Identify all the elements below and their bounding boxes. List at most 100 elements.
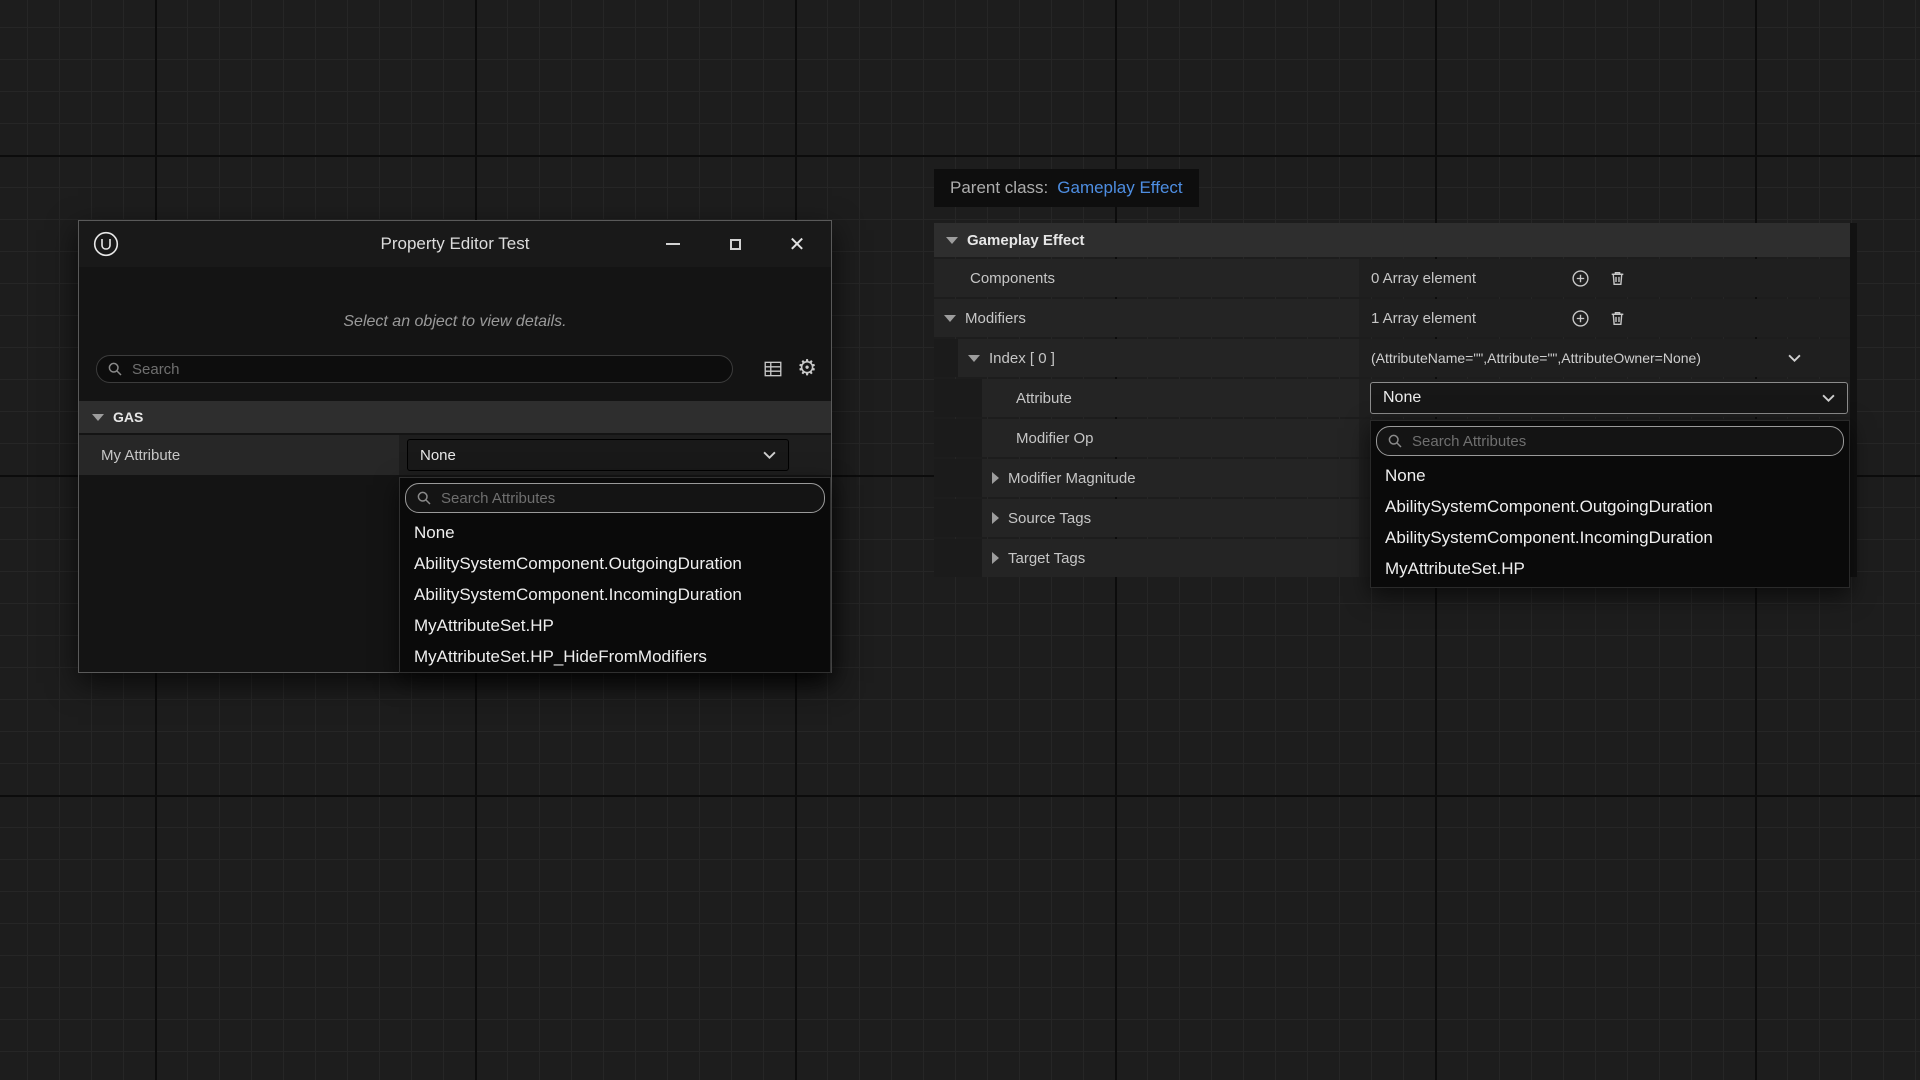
dropdown-item[interactable]: MyAttributeSet.HP_HideFromModifiers [400, 641, 830, 672]
indent-guide [934, 379, 982, 417]
row-label: Source Tags [1008, 510, 1091, 527]
expander-right-icon[interactable] [992, 472, 999, 484]
row-modifier-magnitude-name[interactable]: Modifier Magnitude [934, 459, 1359, 497]
row-components: Components 0 Array element [934, 259, 1857, 297]
dropdown-item[interactable]: AbilitySystemComponent.OutgoingDuration [400, 548, 830, 579]
search-icon [1387, 433, 1403, 449]
row-my-attribute: My Attribute None [79, 435, 831, 475]
close-button[interactable]: ✕ [789, 236, 805, 252]
dropdown-item[interactable]: None [400, 517, 830, 548]
indent-guide [934, 539, 982, 577]
empty-selection-hint: Select an object to view details. [79, 313, 831, 331]
gear-icon: ⚙ [797, 358, 817, 380]
search-icon [107, 361, 123, 377]
expander-down-icon[interactable] [946, 237, 958, 244]
search-icon [416, 490, 432, 506]
indent-guide [934, 419, 982, 457]
category-label: Gameplay Effect [967, 232, 1085, 249]
expander-down-icon[interactable] [944, 315, 956, 322]
details-search-row: ⚙ [96, 355, 817, 383]
clear-array-button[interactable] [1608, 309, 1627, 328]
dropdown-search-box[interactable] [405, 483, 825, 513]
search-box[interactable] [96, 355, 733, 383]
struct-summary-text: (AttributeName="",Attribute="",Attribute… [1359, 350, 1701, 366]
parent-class-box: Parent class: Gameplay Effect [934, 169, 1199, 207]
dropdown-search-input[interactable] [1410, 432, 1833, 451]
clear-array-button[interactable] [1608, 269, 1627, 288]
view-options-button[interactable] [763, 359, 783, 379]
row-my-attribute-value: None [399, 435, 831, 475]
row-attribute-name[interactable]: Attribute [934, 379, 1359, 417]
dropdown-search-box[interactable] [1376, 426, 1844, 456]
row-label: Components [970, 270, 1055, 287]
row-modifiers-name[interactable]: Modifiers [934, 299, 1359, 337]
chevron-down-icon [1788, 354, 1801, 362]
property-editor-window: Property Editor Test ✕ Select an object … [78, 220, 832, 673]
row-source-tags-name[interactable]: Source Tags [934, 499, 1359, 537]
indent-guide [934, 499, 982, 537]
expander-down-icon[interactable] [968, 355, 980, 362]
row-attribute-value: None [1359, 379, 1857, 417]
trash-icon [1608, 269, 1627, 288]
row-index-0: Index [ 0 ] (AttributeName="",Attribute=… [934, 339, 1857, 377]
add-element-button[interactable] [1571, 309, 1590, 328]
row-label: Target Tags [1008, 550, 1085, 567]
row-label: Modifier Op [1016, 430, 1094, 447]
combobox-value: None [1371, 389, 1822, 407]
row-index-0-name[interactable]: Index [ 0 ] [934, 339, 1359, 377]
expander-right-icon[interactable] [992, 552, 999, 564]
my-attribute-dropdown: None AbilitySystemComponent.OutgoingDura… [399, 477, 831, 673]
maximize-button[interactable] [727, 236, 743, 252]
close-icon: ✕ [789, 234, 806, 254]
dropdown-item[interactable]: None [1371, 460, 1849, 491]
attribute-combobox[interactable]: None [1370, 382, 1848, 414]
row-target-tags-name[interactable]: Target Tags [934, 539, 1359, 577]
my-attribute-combobox[interactable]: None [407, 439, 789, 471]
graph-canvas[interactable]: Parent class: Gameplay Effect Gameplay E… [0, 0, 1920, 1080]
category-row-gas[interactable]: GAS [79, 401, 831, 433]
row-label: Index [ 0 ] [989, 350, 1055, 367]
indent-guide [934, 459, 982, 497]
dropdown-item[interactable]: AbilitySystemComponent.IncomingDuration [1371, 522, 1849, 553]
parent-class-label: Parent class: [950, 178, 1048, 198]
minimize-icon [666, 243, 680, 245]
dropdown-item[interactable]: MyAttributeSet.HP [400, 610, 830, 641]
dropdown-item[interactable]: MyAttributeSet.HP [1371, 553, 1849, 584]
plus-circle-icon [1571, 309, 1590, 328]
dropdown-search-input[interactable] [439, 489, 814, 508]
minimize-button[interactable] [665, 236, 681, 252]
row-label: Modifier Magnitude [1008, 470, 1136, 487]
category-label: GAS [113, 409, 143, 425]
row-modifiers-value: 1 Array element [1359, 299, 1857, 337]
chevron-down-icon [763, 451, 776, 459]
trash-icon [1608, 309, 1627, 328]
attribute-dropdown: None AbilitySystemComponent.OutgoingDura… [1370, 420, 1850, 588]
add-element-button[interactable] [1571, 269, 1590, 288]
array-count-text: 1 Array element [1359, 310, 1563, 327]
indent-guide [934, 339, 958, 377]
maximize-icon [730, 239, 741, 250]
dropdown-item[interactable]: AbilitySystemComponent.IncomingDuration [400, 579, 830, 610]
plus-circle-icon [1571, 269, 1590, 288]
row-modifiers: Modifiers 1 Array element [934, 299, 1857, 337]
dropdown-item[interactable]: AbilitySystemComponent.OutgoingDuration [1371, 491, 1849, 522]
parent-class-link[interactable]: Gameplay Effect [1057, 178, 1182, 198]
combobox-value: None [408, 447, 763, 464]
row-components-name[interactable]: Components [934, 259, 1359, 297]
expander-down-icon[interactable] [92, 414, 104, 421]
expander-right-icon[interactable] [992, 512, 999, 524]
row-options-button[interactable] [1788, 354, 1801, 362]
category-row-gameplay-effect[interactable]: Gameplay Effect [934, 223, 1857, 257]
settings-button[interactable]: ⚙ [797, 358, 817, 380]
row-label: Attribute [1016, 390, 1072, 407]
window-titlebar[interactable]: Property Editor Test ✕ [79, 221, 831, 267]
search-input[interactable] [130, 360, 722, 379]
row-index-0-value: (AttributeName="",Attribute="",Attribute… [1359, 339, 1857, 377]
table-view-icon [763, 359, 783, 379]
row-modifier-op-name[interactable]: Modifier Op [934, 419, 1359, 457]
window-controls: ✕ [665, 236, 831, 252]
scrollbar-track[interactable] [1850, 223, 1857, 577]
row-attribute: Attribute None [934, 379, 1857, 417]
row-components-value: 0 Array element [1359, 259, 1857, 297]
row-my-attribute-name[interactable]: My Attribute [79, 435, 399, 475]
